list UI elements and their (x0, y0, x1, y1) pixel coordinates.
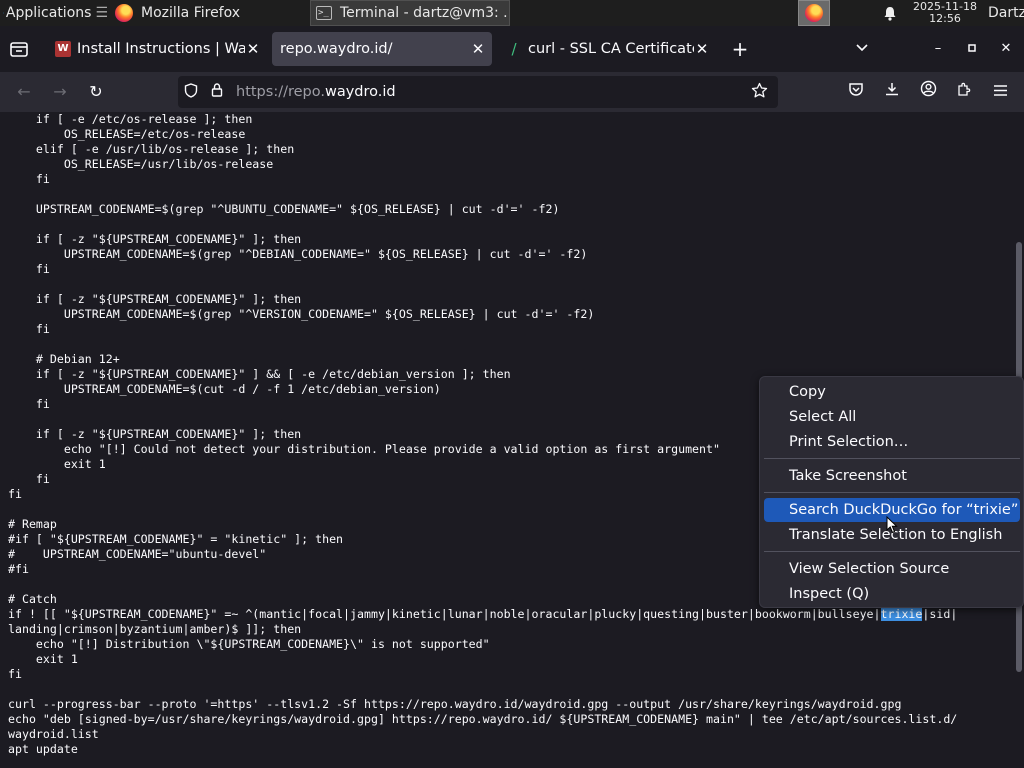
account-icon[interactable] (916, 80, 940, 104)
waydroid-favicon-icon: W (55, 41, 71, 57)
firefox-icon (805, 4, 823, 22)
applications-menu-button[interactable]: Applications ☰ (0, 0, 108, 26)
xfce-logo-icon (3, 12, 4, 14)
chevron-down-icon[interactable] (852, 36, 872, 62)
terminal-icon: >_ (316, 6, 332, 20)
menu-separator (764, 551, 1020, 552)
code-line: UPSTREAM_CODENAME=$(grep "^VERSION_CODEN… (8, 307, 595, 321)
code-line: fi (8, 667, 22, 681)
menu-separator (764, 458, 1020, 459)
menu-item-view-selection-source[interactable]: View Selection Source (764, 557, 1020, 581)
code-line: apt update (8, 742, 78, 756)
menu-glyph-icon: ☰ (95, 5, 108, 21)
code-line: UPSTREAM_CODENAME=$(grep "^DEBIAN_CODENA… (8, 247, 588, 261)
code-text: |sid| (922, 607, 958, 621)
code-line: fi (8, 262, 50, 276)
code-line: fi (8, 322, 50, 336)
close-icon[interactable]: ✕ (470, 40, 486, 58)
taskbar-terminal-label: Terminal - dartz@vm3: ... (340, 5, 510, 21)
code-line: landing|crimson|byzantium|amber)$ ]]; th… (8, 622, 302, 636)
code-line: OS_RELEASE=/etc/os-release (8, 127, 246, 141)
url-bar[interactable]: https://repo.waydro.id (178, 76, 778, 108)
applications-label: Applications (5, 5, 92, 21)
menu-separator (764, 492, 1020, 493)
tab-label: curl - SSL CA Certificates (528, 41, 694, 57)
back-arrow-icon[interactable]: ← (12, 80, 36, 104)
shield-icon[interactable] (178, 82, 204, 102)
code-line: waydroid.list (8, 727, 99, 741)
curl-favicon-icon: / (511, 40, 517, 58)
code-line: if [ -z "${UPSTREAM_CODENAME}" ]; then (8, 292, 302, 306)
bell-icon (884, 6, 896, 21)
tab-install-instructions[interactable]: W Install Instructions | Waydroid ✕ (45, 32, 267, 66)
menu-item-copy[interactable]: Copy (764, 380, 1020, 404)
taskbar-firefox-window[interactable]: Mozilla Firefox (110, 0, 310, 26)
code-line: fi (8, 172, 50, 186)
new-tab-plus-icon[interactable]: + (730, 36, 750, 62)
close-icon[interactable]: ✕ (245, 40, 261, 58)
context-menu: Copy Select All Print Selection… Take Sc… (759, 376, 1024, 608)
menu-item-take-screenshot[interactable]: Take Screenshot (764, 464, 1020, 488)
user-menu[interactable]: Dartz (988, 0, 1024, 26)
user-name: Dartz (988, 5, 1024, 21)
hamburger-menu-icon[interactable] (988, 80, 1012, 104)
tab-label: repo.waydro.id/ (280, 41, 393, 57)
pocket-icon[interactable] (844, 80, 868, 104)
selected-text[interactable]: trixie (880, 607, 923, 621)
tab-repo-waydro-id[interactable]: repo.waydro.id/ ✕ (272, 32, 492, 66)
close-icon[interactable]: ✕ (694, 40, 710, 58)
code-line: echo "[!] Distribution \"${UPSTREAM_CODE… (8, 637, 490, 651)
clock-time: 12:56 (929, 12, 961, 25)
code-text: if ! [[ "${UPSTREAM_CODENAME}" =~ ^(mant… (8, 607, 881, 621)
menu-item-inspect[interactable]: Inspect (Q) (764, 582, 1020, 606)
clock[interactable]: 2025-11-18 12:56 (908, 0, 982, 26)
code-line: UPSTREAM_CODENAME=$(grep "^UBUNTU_CODENA… (8, 202, 560, 216)
code-line: if ! [[ "${UPSTREAM_CODENAME}" =~ ^(mant… (8, 607, 957, 622)
menu-item-print-selection[interactable]: Print Selection… (764, 430, 1020, 454)
reload-icon[interactable]: ↻ (84, 80, 108, 104)
navigation-bar: ← → ↻ https://repo.waydro.id (0, 72, 1024, 112)
maximize-icon[interactable] (962, 36, 982, 62)
code-line: curl --progress-bar --proto '=https' --t… (8, 697, 902, 711)
close-window-icon[interactable]: ✕ (996, 36, 1016, 62)
code-line: OS_RELEASE=/usr/lib/os-release (8, 157, 274, 171)
tab-curl-ssl-ca[interactable]: / curl - SSL CA Certificates ✕ (496, 32, 716, 66)
tray-firefox-button[interactable] (798, 0, 830, 26)
firefox-view-icon[interactable] (8, 40, 30, 58)
url-text: https://repo.waydro.id (236, 84, 396, 100)
tab-bar: W Install Instructions | Waydroid ✕ repo… (0, 26, 1024, 72)
forward-arrow-icon[interactable]: → (48, 80, 72, 104)
lock-icon[interactable] (204, 83, 230, 101)
extensions-puzzle-icon[interactable] (952, 80, 976, 104)
code-line: if [ -e /etc/os-release ]; then (8, 112, 253, 126)
mouse-cursor-icon (886, 516, 898, 534)
code-line: echo "deb [signed-by=/usr/share/keyrings… (8, 712, 958, 726)
taskbar-firefox-label: Mozilla Firefox (141, 5, 241, 21)
minimize-icon[interactable]: – (928, 36, 948, 62)
taskbar: Applications ☰ Mozilla Firefox >_ Termin… (0, 0, 1024, 26)
bookmark-star-icon[interactable] (751, 82, 768, 103)
code-line: exit 1 (8, 652, 78, 666)
notifications-button[interactable] (880, 0, 900, 26)
download-icon[interactable] (880, 80, 904, 104)
code-line: # Debian 12+ (8, 352, 120, 366)
code-line: elif [ -e /usr/lib/os-release ]; then (8, 142, 295, 156)
menu-item-select-all[interactable]: Select All (764, 405, 1020, 429)
code-line: if [ -z "${UPSTREAM_CODENAME}" ]; then (8, 232, 302, 246)
tab-label: Install Instructions | Waydroid (77, 41, 245, 57)
firefox-icon (115, 4, 133, 22)
taskbar-terminal-window[interactable]: >_ Terminal - dartz@vm3: ... (310, 0, 510, 26)
